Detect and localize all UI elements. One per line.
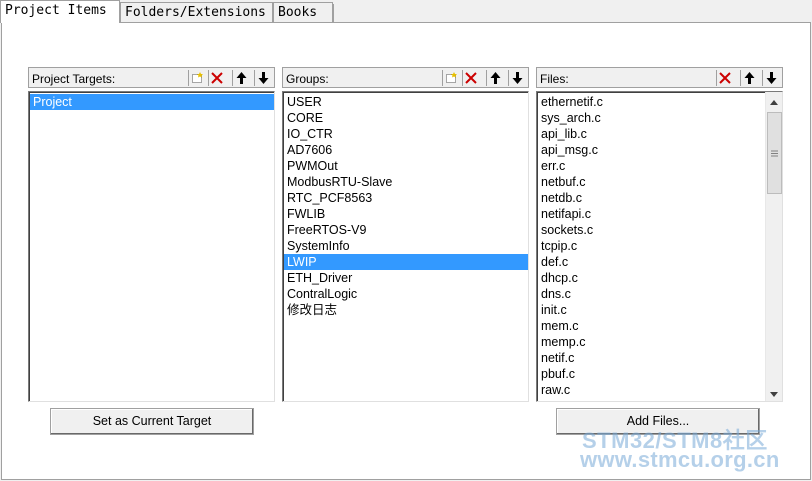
list-item-group[interactable]: RTC_PCF8563 (284, 190, 528, 206)
list-item-file[interactable]: err.c (538, 158, 764, 174)
list-item-group[interactable]: CORE (284, 110, 528, 126)
new-item-icon (445, 72, 458, 84)
list-item-file[interactable]: pbuf.c (538, 366, 764, 382)
list-item-file[interactable]: ethernetif.c (538, 94, 764, 110)
tab-books[interactable]: Books (273, 2, 333, 22)
list-item-file[interactable]: netif.c (538, 350, 764, 366)
list-item-file[interactable]: init.c (538, 302, 764, 318)
list-item-group[interactable]: 修改日志 (284, 302, 528, 318)
list-item-file[interactable]: api_msg.c (538, 142, 764, 158)
delete-icon (719, 72, 731, 84)
list-item-file[interactable]: sockets.c (538, 222, 764, 238)
list-item-group[interactable]: USER (284, 94, 528, 110)
delete-group-button[interactable] (462, 70, 479, 86)
arrow-down-icon (258, 72, 269, 84)
watermark-url: www.stmcu.org.cn (580, 447, 780, 472)
project-targets-header: Project Targets: (28, 67, 275, 88)
groups-panel: Groups: USER CORE IO_CTR AD7606 PWMOut M… (282, 67, 529, 402)
scroll-down-icon (770, 386, 778, 400)
new-item-icon (191, 72, 204, 84)
list-item-group[interactable]: ETH_Driver (284, 270, 528, 286)
move-target-up-button[interactable] (232, 70, 249, 86)
list-item-file[interactable]: netbuf.c (538, 174, 764, 190)
move-group-up-button[interactable] (486, 70, 503, 86)
list-item-group[interactable]: PWMOut (284, 158, 528, 174)
list-item-target[interactable]: Project (30, 94, 274, 110)
list-item-file[interactable]: api_lib.c (538, 126, 764, 142)
files-title: Files: (540, 72, 569, 86)
list-item-group[interactable]: SystemInfo (284, 238, 528, 254)
files-header: Files: (536, 67, 783, 88)
groups-header: Groups: (282, 67, 529, 88)
arrow-down-icon (512, 72, 523, 84)
list-item-group[interactable]: FreeRTOS-V9 (284, 222, 528, 238)
list-item-group[interactable]: AD7606 (284, 142, 528, 158)
move-file-down-button[interactable] (762, 70, 779, 86)
arrow-up-icon (236, 72, 247, 84)
list-item-file[interactable]: sys_arch.c (538, 110, 764, 126)
files-panel: Files: ethernetif.c sys_arch.c api_lib.c… (536, 67, 783, 402)
list-item-file[interactable]: memp.c (538, 334, 764, 350)
list-item-file[interactable]: tcpip.c (538, 238, 764, 254)
arrow-up-icon (490, 72, 501, 84)
set-current-target-button[interactable]: Set as Current Target (50, 408, 254, 435)
tab-folders-extensions[interactable]: Folders/Extensions (120, 2, 273, 22)
list-item-group[interactable]: LWIP (284, 254, 528, 270)
move-group-down-button[interactable] (508, 70, 525, 86)
list-item-file[interactable]: dns.c (538, 286, 764, 302)
list-item-group[interactable]: FWLIB (284, 206, 528, 222)
scroll-thumb[interactable] (767, 112, 782, 194)
files-scrollbar[interactable] (765, 92, 782, 401)
list-item-file[interactable]: netdb.c (538, 190, 764, 206)
delete-file-button[interactable] (716, 70, 733, 86)
list-item-group[interactable]: ModbusRTU-Slave (284, 174, 528, 190)
move-file-up-button[interactable] (740, 70, 757, 86)
delete-target-button[interactable] (208, 70, 225, 86)
project-targets-list[interactable]: Project (28, 91, 275, 402)
scroll-up-button[interactable] (766, 92, 782, 109)
list-item-file[interactable]: def.c (538, 254, 764, 270)
scroll-up-icon (770, 94, 778, 108)
project-targets-panel: Project Targets: Project (28, 67, 275, 402)
groups-title: Groups: (286, 72, 329, 86)
grip-icon (771, 146, 778, 160)
files-list[interactable]: ethernetif.c sys_arch.c api_lib.c api_ms… (536, 91, 783, 402)
delete-icon (211, 72, 223, 84)
scroll-down-button[interactable] (766, 384, 782, 401)
arrow-up-icon (744, 72, 755, 84)
new-target-button[interactable] (188, 70, 205, 86)
list-item-group[interactable]: ContralLogic (284, 286, 528, 302)
list-item-group[interactable]: IO_CTR (284, 126, 528, 142)
move-target-down-button[interactable] (254, 70, 271, 86)
project-targets-title: Project Targets: (32, 72, 116, 86)
list-item-file[interactable]: raw.c (538, 382, 764, 398)
delete-icon (465, 72, 477, 84)
list-item-file[interactable]: dhcp.c (538, 270, 764, 286)
tab-project-items[interactable]: Project Items (0, 0, 120, 23)
tab-strip-divider (333, 4, 334, 22)
list-item-file[interactable]: netifapi.c (538, 206, 764, 222)
list-item-file[interactable]: mem.c (538, 318, 764, 334)
arrow-down-icon (766, 72, 777, 84)
groups-list[interactable]: USER CORE IO_CTR AD7606 PWMOut ModbusRTU… (282, 91, 529, 402)
new-group-button[interactable] (442, 70, 459, 86)
